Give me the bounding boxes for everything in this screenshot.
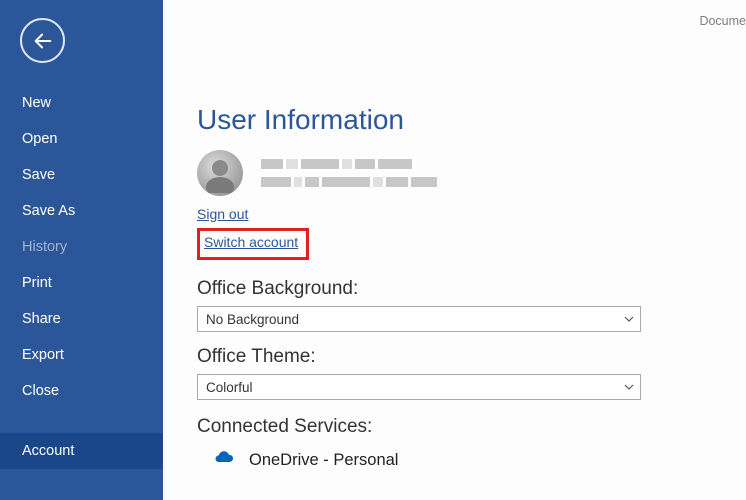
office-theme-value: Colorful [206,380,253,395]
account-links: Sign out Switch account [197,206,746,260]
switch-account-link[interactable]: Switch account [204,234,298,250]
office-theme-label: Office Theme: [197,346,746,368]
sidebar-nav: New Open Save Save As History Print Shar… [0,85,163,469]
sidebar-item-history[interactable]: History [0,229,163,265]
chevron-down-icon [624,382,634,392]
office-background-value: No Background [206,312,299,327]
office-background-select[interactable]: No Background [197,306,641,332]
onedrive-icon [213,446,237,475]
page-title: User Information [197,104,746,136]
backstage-view: New Open Save Save As History Print Shar… [0,0,746,500]
user-name-redacted [261,159,437,187]
arrow-left-icon [32,30,54,52]
person-icon [200,153,240,193]
back-button[interactable] [20,18,65,63]
switch-account-highlight: Switch account [197,228,309,260]
user-info-row [197,150,746,196]
sign-out-link[interactable]: Sign out [197,206,248,222]
account-panel: Docume User Information Sign out Switch … [163,0,746,500]
sidebar-item-share[interactable]: Share [0,301,163,337]
backstage-sidebar: New Open Save Save As History Print Shar… [0,0,163,500]
sidebar-item-open[interactable]: Open [0,121,163,157]
sidebar-item-save[interactable]: Save [0,157,163,193]
sidebar-item-export[interactable]: Export [0,337,163,373]
sidebar-item-close[interactable]: Close [0,373,163,409]
sidebar-item-save-as[interactable]: Save As [0,193,163,229]
chevron-down-icon [624,314,634,324]
connected-services-label: Connected Services: [197,416,746,438]
avatar [197,150,243,196]
service-name: OneDrive - Personal [249,451,398,470]
sidebar-item-print[interactable]: Print [0,265,163,301]
connected-service-item: OneDrive - Personal [197,446,746,475]
sidebar-item-new[interactable]: New [0,85,163,121]
sidebar-item-account[interactable]: Account [0,433,163,469]
document-name: Docume [699,14,746,28]
office-theme-select[interactable]: Colorful [197,374,641,400]
office-background-label: Office Background: [197,278,746,300]
